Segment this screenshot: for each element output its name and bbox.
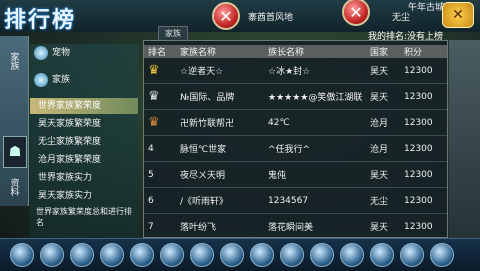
category-wuchen-prosperity[interactable]: 无尘家族繁荣度 [30, 134, 138, 150]
skill-slot-icon[interactable] [340, 243, 364, 267]
bronze-crown-icon: ♛ [148, 115, 160, 130]
category-family[interactable]: 家族 [30, 72, 138, 88]
country-cell: 昊天 [366, 161, 400, 188]
skill-slot-icon[interactable] [160, 243, 184, 267]
table-row[interactable]: ♛ ☆逆者天☆ ☆冰★封☆ 昊天 12300 [144, 58, 447, 84]
panel-tab-family[interactable]: 家族 [158, 26, 188, 41]
window-close-button[interactable]: ✕ [442, 2, 474, 28]
column-header-score: 积分 [400, 45, 447, 58]
close-red-button-left[interactable]: ✕ [212, 2, 240, 30]
close-icon: ✕ [349, 2, 363, 22]
skill-slot-icon[interactable] [220, 243, 244, 267]
skill-slot-icon[interactable] [100, 243, 124, 267]
score-cell: 12300 [400, 187, 447, 214]
family-name-cell: №国际、品牌 [176, 83, 264, 110]
table-row[interactable]: 5 夜尽ㄨ天明 鬼伅 昊天 12300 [144, 161, 447, 188]
leader-name-cell: ^任我行^ [264, 135, 366, 162]
table-row[interactable]: ♛ №国际、品牌 ★★★★★@笑傲江湖联 昊天 12300 [144, 83, 447, 110]
family-name-cell: 脉恒℃世家 [176, 135, 264, 162]
leader-name-cell: 42℃ [264, 109, 366, 136]
server-label: 午年古城 [408, 3, 445, 13]
skill-slot-icon[interactable] [70, 243, 94, 267]
table-row[interactable]: 4 脉恒℃世家 ^任我行^ 沧月 12300 [144, 135, 447, 162]
leaderboard-title: 排行榜 [4, 8, 77, 33]
table-row[interactable]: 7 落叶纷飞 落花瞬间美 昊天 12300 [144, 213, 447, 240]
leader-name-cell: 1234567 [264, 187, 366, 214]
column-header-rank: 排名 [144, 45, 176, 58]
country-cell: 沧月 [366, 109, 400, 136]
rank-cell: 4 [144, 135, 176, 162]
skill-slot-icon[interactable] [10, 243, 34, 267]
table-row[interactable]: 6 /《听雨轩》 1234567 无尘 12300 [144, 187, 447, 214]
category-world-strength[interactable]: 世界家族实力 [30, 170, 138, 186]
close-icon: ✕ [452, 7, 464, 23]
family-name-cell: 夜尽ㄨ天明 [176, 161, 264, 188]
country-cell: 昊天 [366, 58, 400, 84]
rank-cell: 5 [144, 161, 176, 188]
column-header-leader: 族长名称 [264, 45, 366, 58]
skill-slot-icon[interactable] [370, 243, 394, 267]
rail-tab-family[interactable]: 家族 [2, 42, 26, 80]
rank-cell: 7 [144, 213, 176, 240]
left-tab-rail: 家族 ☗ 资料 [0, 36, 29, 206]
rank-panel: 我的排名:没有上榜 排名 家族名称 族长名称 国家 积分 ♛ ☆逆者天☆ ☆冰★… [143, 32, 448, 240]
rank-table: 排名 家族名称 族长名称 国家 积分 ♛ ☆逆者天☆ ☆冰★封☆ 昊天 1230… [144, 45, 447, 240]
close-icon: ✕ [219, 6, 233, 26]
skill-slot-icon[interactable] [280, 243, 304, 267]
skill-slot-icon[interactable] [190, 243, 214, 267]
silver-crown-icon: ♛ [148, 89, 160, 104]
skill-slot-icon[interactable] [310, 243, 334, 267]
gold-crown-icon: ♛ [148, 63, 160, 78]
leader-name-cell: ☆冰★封☆ [264, 58, 366, 84]
family-name-cell: 落叶纷飞 [176, 213, 264, 240]
country-cell: 昊天 [366, 83, 400, 110]
skill-slot-icon[interactable] [400, 243, 424, 267]
category-footer-note: 世界家族繁荣度总和进行排名 [36, 207, 132, 227]
family-name-cell: ☆逆者天☆ [176, 58, 264, 84]
skill-slot-icon[interactable] [250, 243, 274, 267]
character-icon[interactable]: ☗ [3, 136, 27, 168]
column-header-family: 家族名称 [176, 45, 264, 58]
category-world-prosperity[interactable]: 世界家族繁荣度 [30, 98, 138, 114]
skill-slot-icon[interactable] [430, 243, 454, 267]
score-cell: 12300 [400, 83, 447, 110]
skill-slot-icon[interactable] [130, 243, 154, 267]
table-row[interactable]: ♛ 卍新竹联帮卍 42℃ 沧月 12300 [144, 109, 447, 136]
country-cell: 沧月 [366, 135, 400, 162]
leader-name-cell: 落花瞬间美 [264, 213, 366, 240]
country-cell: 无尘 [366, 187, 400, 214]
leader-name-cell: ★★★★★@笑傲江湖联 [264, 83, 366, 110]
rank-cell: 6 [144, 187, 176, 214]
server-name: 寨酋首风地 [248, 13, 294, 23]
leader-name-cell: 鬼伅 [264, 161, 366, 188]
family-name-cell: 卍新竹联帮卍 [176, 109, 264, 136]
family-name-cell: /《听雨轩》 [176, 187, 264, 214]
category-cangyue-prosperity[interactable]: 沧月家族繁荣度 [30, 152, 138, 168]
score-cell: 12300 [400, 213, 447, 240]
score-cell: 12300 [400, 58, 447, 84]
right-decor-rail [449, 40, 480, 240]
table-header-row: 排名 家族名称 族长名称 国家 积分 [144, 45, 447, 58]
rail-tab-profile[interactable]: 资料 [2, 168, 26, 206]
my-rank-text: 我的排名:没有上榜 [367, 32, 443, 42]
column-header-country: 国家 [366, 45, 400, 58]
category-haotian-prosperity[interactable]: 昊天家族繁荣度 [30, 116, 138, 132]
skill-slot-icon[interactable] [40, 243, 64, 267]
score-cell: 12300 [400, 109, 447, 136]
category-pet[interactable]: 宠物 [30, 45, 138, 61]
country-cell: 昊天 [366, 213, 400, 240]
score-cell: 12300 [400, 135, 447, 162]
category-haotian-strength[interactable]: 昊天家族实力 [30, 188, 138, 204]
score-cell: 12300 [400, 161, 447, 188]
